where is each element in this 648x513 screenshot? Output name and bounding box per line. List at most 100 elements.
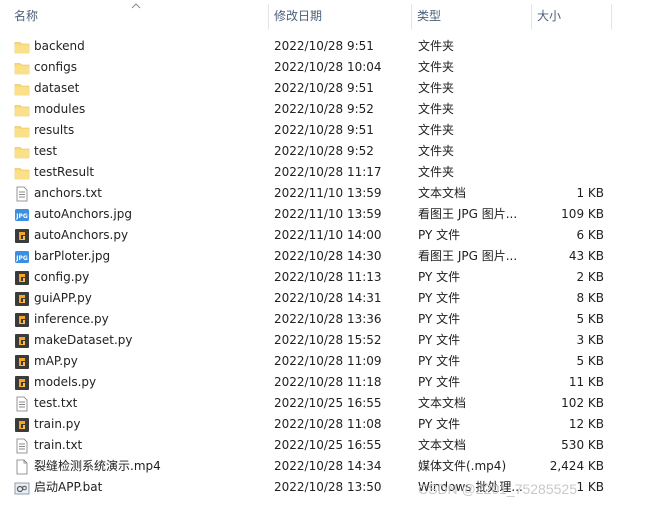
column-header-size[interactable]: 大小 xyxy=(531,0,611,33)
file-size: 5 KB xyxy=(576,312,604,326)
file-type: 看图王 JPG 图片... xyxy=(418,249,518,263)
file-row[interactable]: makeDataset.py 2022/10/28 15:52 PY 文件 3 KB xyxy=(0,330,648,351)
file-row[interactable]: JPG barPloter.jpg 2022/10/28 14:30 看图王 JPG … xyxy=(0,246,648,267)
column-header-type[interactable]: 类型 xyxy=(411,0,531,33)
file-name: testResult xyxy=(34,165,95,179)
file-name: autoAnchors.py xyxy=(34,228,129,242)
file-size: 2,424 KB xyxy=(549,459,604,473)
folder-icon xyxy=(14,81,30,97)
file-row[interactable]: mAP.py 2022/10/28 11:09 PY 文件 5 KB xyxy=(0,351,648,372)
file-modified-date: 2022/10/25 16:55 xyxy=(274,438,382,452)
file-row[interactable]: guiAPP.py 2022/10/28 14:31 PY 文件 8 KB xyxy=(0,288,648,309)
file-type: PY 文件 xyxy=(418,333,461,347)
file-modified-date: 2022/10/28 9:51 xyxy=(274,81,374,95)
file-size: 43 KB xyxy=(568,249,604,263)
file-modified-date: 2022/10/28 9:52 xyxy=(274,102,374,116)
file-size: 6 KB xyxy=(576,228,604,242)
file-modified-date: 2022/10/28 14:34 xyxy=(274,459,382,473)
file-size: 2 KB xyxy=(576,270,604,284)
text-file-icon xyxy=(14,438,30,454)
file-row[interactable]: test 2022/10/28 9:52 文件夹 xyxy=(0,141,648,162)
column-header-date[interactable]: 修改日期 xyxy=(268,0,412,33)
column-header-name[interactable]: 名称 xyxy=(8,0,270,33)
file-type: PY 文件 xyxy=(418,291,461,305)
file-type: 文件夹 xyxy=(418,165,455,179)
file-modified-date: 2022/10/28 13:50 xyxy=(274,480,382,494)
file-type: PY 文件 xyxy=(418,354,461,368)
folder-icon xyxy=(14,123,30,139)
folder-icon xyxy=(14,39,30,55)
file-row[interactable]: inference.py 2022/10/28 13:36 PY 文件 5 KB xyxy=(0,309,648,330)
file-name: config.py xyxy=(34,270,90,284)
file-modified-date: 2022/11/10 14:00 xyxy=(274,228,382,242)
file-row[interactable]: train.txt 2022/10/25 16:55 文本文档 530 KB xyxy=(0,435,648,456)
file-modified-date: 2022/10/28 13:36 xyxy=(274,312,382,326)
file-row[interactable]: test.txt 2022/10/25 16:55 文本文档 102 KB xyxy=(0,393,648,414)
file-name: 裂缝检测系统演示.mp4 xyxy=(34,459,161,473)
watermark: CSDN @2201_75285525 xyxy=(418,481,577,497)
file-type: 文件夹 xyxy=(418,81,455,95)
file-size: 11 KB xyxy=(568,375,604,389)
file-row[interactable]: configs 2022/10/28 10:04 文件夹 xyxy=(0,57,648,78)
batch-file-icon xyxy=(14,480,30,496)
file-row[interactable]: 裂缝检测系统演示.mp4 2022/10/28 14:34 媒体文件(.mp4) 2,… xyxy=(0,456,648,477)
python-file-icon xyxy=(14,270,30,286)
file-modified-date: 2022/10/28 9:52 xyxy=(274,144,374,158)
file-modified-date: 2022/11/10 13:59 xyxy=(274,207,382,221)
file-name: dataset xyxy=(34,81,80,95)
python-file-icon xyxy=(14,333,30,349)
file-type: PY 文件 xyxy=(418,417,461,431)
folder-icon xyxy=(14,144,30,160)
file-size: 1 KB xyxy=(576,186,604,200)
file-modified-date: 2022/10/28 11:08 xyxy=(274,417,382,431)
file-name: configs xyxy=(34,60,77,74)
file-row[interactable]: results 2022/10/28 9:51 文件夹 xyxy=(0,120,648,141)
file-size: 530 KB xyxy=(561,438,604,452)
jpg-file-icon: JPG xyxy=(14,207,30,223)
file-name: inference.py xyxy=(34,312,109,326)
file-modified-date: 2022/10/28 9:51 xyxy=(274,123,374,137)
column-divider[interactable] xyxy=(611,4,612,30)
file-modified-date: 2022/10/28 11:13 xyxy=(274,270,382,284)
file-modified-date: 2022/10/28 10:04 xyxy=(274,60,382,74)
file-modified-date: 2022/10/28 14:30 xyxy=(274,249,382,263)
file-modified-date: 2022/10/28 11:09 xyxy=(274,354,382,368)
file-type: PY 文件 xyxy=(418,270,461,284)
file-name: anchors.txt xyxy=(34,186,103,200)
file-row[interactable]: backend 2022/10/28 9:51 文件夹 xyxy=(0,36,648,57)
file-type: 文本文档 xyxy=(418,186,467,200)
file-row[interactable]: testResult 2022/10/28 11:17 文件夹 xyxy=(0,162,648,183)
file-size: 12 KB xyxy=(568,417,604,431)
python-file-icon xyxy=(14,291,30,307)
video-file-icon xyxy=(14,459,30,475)
file-name: test xyxy=(34,144,58,158)
file-type: 看图王 JPG 图片... xyxy=(418,207,518,221)
jpg-file-icon: JPG xyxy=(14,249,30,265)
file-modified-date: 2022/10/28 9:51 xyxy=(274,39,374,53)
file-row[interactable]: config.py 2022/10/28 11:13 PY 文件 2 KB xyxy=(0,267,648,288)
file-name: results xyxy=(34,123,75,137)
file-size: 109 KB xyxy=(561,207,604,221)
file-name: train.txt xyxy=(34,438,83,452)
python-file-icon xyxy=(14,228,30,244)
file-row[interactable]: models.py 2022/10/28 11:18 PY 文件 11 KB xyxy=(0,372,648,393)
file-row[interactable]: JPG autoAnchors.jpg 2022/11/10 13:59 看图王 JP… xyxy=(0,204,648,225)
file-name: guiAPP.py xyxy=(34,291,92,305)
file-row[interactable]: dataset 2022/10/28 9:51 文件夹 xyxy=(0,78,648,99)
file-type: 文件夹 xyxy=(418,39,455,53)
file-row[interactable]: anchors.txt 2022/11/10 13:59 文本文档 1 KB xyxy=(0,183,648,204)
file-name: mAP.py xyxy=(34,354,78,368)
file-size: 1 KB xyxy=(576,480,604,494)
file-name: test.txt xyxy=(34,396,78,410)
file-row[interactable]: train.py 2022/10/28 11:08 PY 文件 12 KB xyxy=(0,414,648,435)
folder-icon xyxy=(14,102,30,118)
svg-text:JPG: JPG xyxy=(15,213,28,220)
python-file-icon xyxy=(14,375,30,391)
file-type: PY 文件 xyxy=(418,375,461,389)
file-row[interactable]: autoAnchors.py 2022/11/10 14:00 PY 文件 6 KB xyxy=(0,225,648,246)
file-name: 启动APP.bat xyxy=(34,480,103,494)
file-modified-date: 2022/10/28 11:17 xyxy=(274,165,382,179)
file-size: 5 KB xyxy=(576,354,604,368)
file-modified-date: 2022/10/28 15:52 xyxy=(274,333,382,347)
file-row[interactable]: modules 2022/10/28 9:52 文件夹 xyxy=(0,99,648,120)
